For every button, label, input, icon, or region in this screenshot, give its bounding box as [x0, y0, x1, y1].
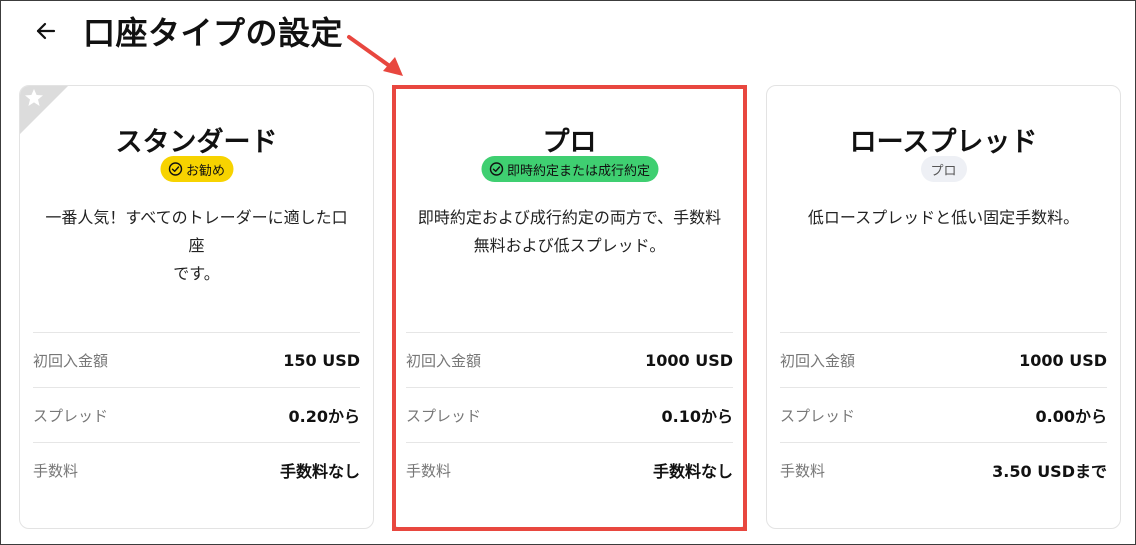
spec-list: 初回入金額 1000 USD スプレッド 0.10から 手数料 手数料なし [406, 332, 733, 497]
page-frame: 口座タイプの設定 スタンダード お勧め 一番人気！すべてのトレーダーに適した口座… [0, 0, 1136, 545]
spec-value: 3.50 USDまで [992, 462, 1107, 481]
spec-list: 初回入金額 1000 USD スプレッド 0.00から 手数料 3.50 USD… [780, 332, 1107, 497]
spec-list: 初回入金額 150 USD スプレッド 0.20から 手数料 手数料なし [33, 332, 360, 497]
description-line: です。 [173, 264, 220, 283]
spec-row-commission: 手数料 手数料なし [33, 442, 360, 497]
account-card-raw-spread[interactable]: ロースプレッド プロ 低ロースプレッドと低い固定手数料。 初回入金額 1000 … [766, 85, 1121, 529]
spec-row-commission: 手数料 手数料なし [406, 442, 733, 497]
spec-value: 手数料なし [652, 462, 733, 481]
badge-label: プロ [930, 163, 957, 179]
spec-value: 0.00から [1035, 407, 1107, 426]
spec-row-deposit: 初回入金額 1000 USD [406, 332, 733, 387]
spec-label: スプレッド [780, 406, 856, 425]
spec-value: 0.20から [288, 407, 360, 426]
description-line: 無料および低スプレッド。 [473, 236, 666, 255]
spec-value: 0.10から [661, 407, 733, 426]
spec-row-spread: スプレッド 0.20から [33, 387, 360, 442]
check-circle-icon [168, 162, 182, 176]
card-description: 低ロースプレッドと低い固定手数料。 [785, 204, 1102, 232]
description-line: 一番人気！すべてのトレーダーに適した口座 [45, 208, 348, 255]
spec-row-spread: スプレッド 0.10から [406, 387, 733, 442]
card-title: プロ [542, 127, 597, 158]
execution-badge: 即時約定または成行約定 [480, 156, 659, 182]
spec-value: 150 USD [283, 350, 360, 370]
spec-value: 手数料なし [279, 462, 360, 481]
spec-label: スプレッド [406, 406, 482, 425]
spec-label: 初回入金額 [406, 351, 482, 370]
recommended-badge: お勧め [159, 156, 234, 182]
spec-label: 手数料 [780, 461, 826, 480]
page-header: 口座タイプの設定 [31, 9, 343, 53]
spec-label: 手数料 [33, 461, 79, 480]
spec-label: 手数料 [406, 461, 452, 480]
badge-label: 即時約定または成行約定 [506, 163, 651, 179]
spec-row-deposit: 初回入金額 1000 USD [780, 332, 1107, 387]
description-line: 即時約定および成行約定の両方で、手数料 [417, 208, 722, 227]
back-button[interactable] [31, 16, 61, 46]
spec-row-spread: スプレッド 0.00から [780, 387, 1107, 442]
arrow-left-icon [36, 22, 56, 40]
spec-row-commission: 手数料 3.50 USDまで [780, 442, 1107, 497]
spec-label: スプレッド [33, 406, 109, 425]
spec-label: 初回入金額 [780, 351, 856, 370]
card-description: 一番人気！すべてのトレーダーに適した口座 です。 [38, 204, 355, 288]
page-title: 口座タイプの設定 [83, 14, 344, 52]
spec-label: 初回入金額 [33, 351, 109, 370]
account-card-standard[interactable]: スタンダード お勧め 一番人気！すべてのトレーダーに適した口座 です。 初回入金… [19, 85, 374, 529]
annotation-arrow [347, 35, 403, 76]
tier-badge: プロ [920, 156, 967, 182]
spec-value: 1000 USD [1019, 350, 1107, 370]
spec-value: 1000 USD [645, 350, 733, 370]
card-title: スタンダード [115, 127, 278, 158]
card-title: ロースプレッド [849, 127, 1038, 158]
card-description: 即時約定および成行約定の両方で、手数料 無料および低スプレッド。 [411, 204, 728, 260]
badge-label: お勧め [185, 163, 226, 179]
account-card-pro[interactable]: プロ 即時約定または成行約定 即時約定および成行約定の両方で、手数料 無料および… [392, 85, 747, 529]
description-line: 低ロースプレッドと低い固定手数料。 [807, 208, 1080, 227]
check-circle-icon [489, 162, 503, 176]
spec-row-deposit: 初回入金額 150 USD [33, 332, 360, 387]
